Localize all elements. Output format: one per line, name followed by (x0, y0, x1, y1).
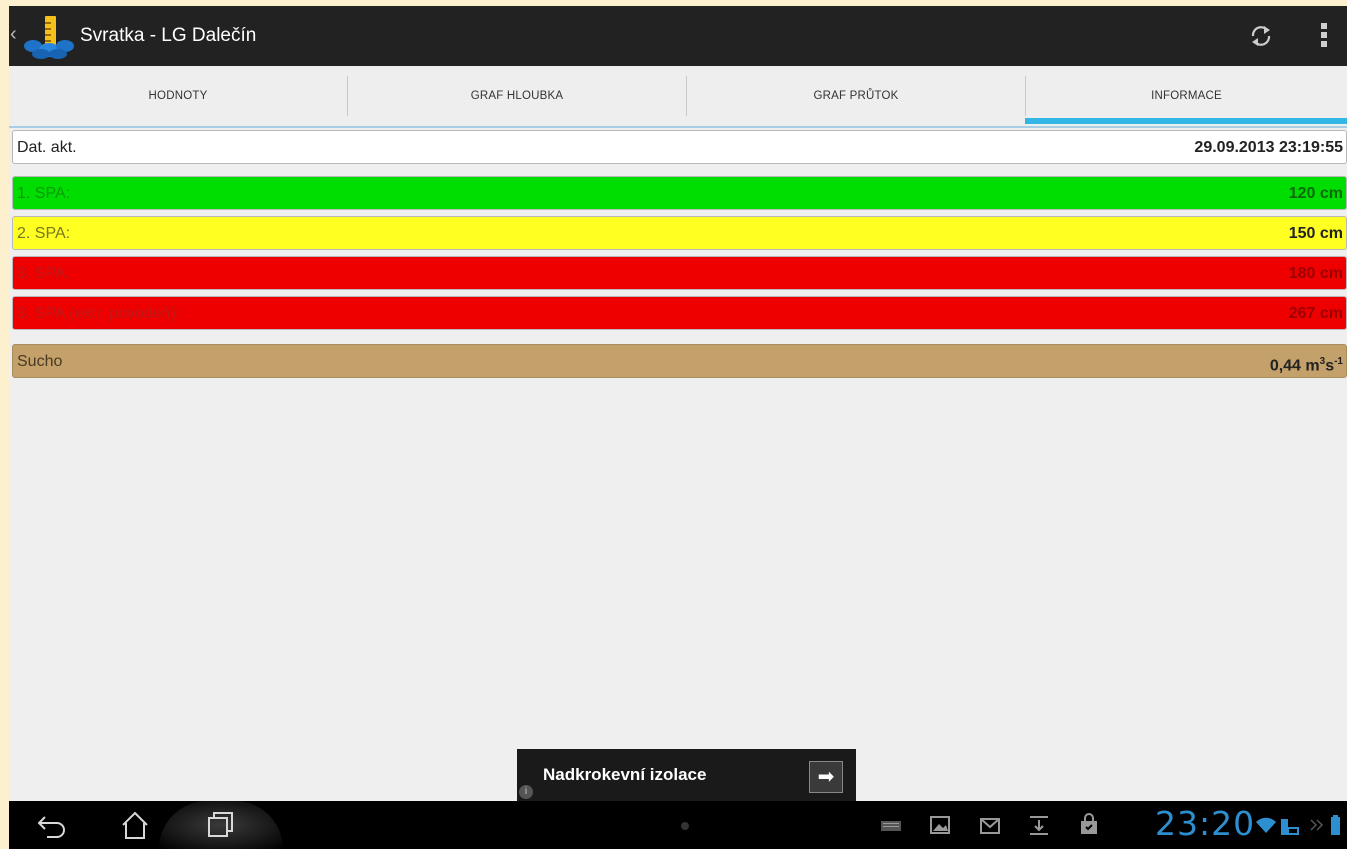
spa1-label: 1. SPA: (17, 185, 71, 202)
spa2-label: 2. SPA: (17, 225, 71, 242)
battery-icon (1329, 813, 1343, 837)
spa2-row: 2. SPA: 150 cm (12, 216, 1347, 250)
ad-info-icon[interactable]: i (519, 785, 533, 799)
back-arrow-icon[interactable] (33, 809, 73, 841)
wifi-icon (1255, 813, 1277, 837)
gmail-icon[interactable] (979, 813, 1001, 837)
status-clock: 23:20 (1155, 804, 1256, 843)
gallery-icon[interactable] (929, 813, 951, 837)
spa3-value: 180 cm (1288, 265, 1343, 282)
sucho-value: 0,44 m3s-1 (1269, 356, 1343, 375)
tab-graf-hloubka[interactable]: GRAF HLOUBKA (348, 66, 686, 126)
sucho-label: Sucho (17, 353, 63, 370)
app-screen: ‹ Svratka - LG Dalečín HODNOTY GRAF HLOU… (9, 6, 1347, 849)
spa3-extreme-label: 3. SPA (extr. povodeň): (17, 305, 181, 322)
spa3-label: 3. SPA: (17, 265, 71, 282)
home-icon[interactable] (115, 809, 155, 841)
spa1-row: 1. SPA: 120 cm (12, 176, 1347, 210)
sucho-row: Sucho 0,44 m3s-1 (12, 344, 1347, 378)
system-bar: 23:20 (9, 801, 1347, 849)
app-title: Svratka - LG Dalečín (80, 25, 257, 46)
ad-banner[interactable]: Nadkrokevní izolace ➡ i (517, 749, 856, 803)
spa3-extreme-row: 3. SPA (extr. povodeň): 267 cm (12, 296, 1347, 330)
spa3-extreme-value: 267 cm (1288, 305, 1343, 322)
download-icon[interactable] (1028, 813, 1050, 837)
refresh-icon[interactable] (1247, 22, 1275, 50)
tab-graf-prutok[interactable]: GRAF PRŮTOK (687, 66, 1025, 126)
ad-text: Nadkrokevní izolace (543, 765, 707, 784)
keyboard-icon[interactable] (880, 813, 902, 837)
spa2-value: 150 cm (1288, 225, 1343, 242)
action-bar: ‹ Svratka - LG Dalečín (9, 6, 1347, 66)
ad-arrow-button[interactable]: ➡ (809, 761, 843, 793)
date-label: Dat. akt. (17, 139, 77, 156)
app-logo-icon[interactable] (23, 14, 75, 60)
up-caret-icon[interactable]: ‹ (10, 23, 17, 46)
overflow-menu-icon[interactable] (1321, 23, 1329, 51)
date-row: Dat. akt. 29.09.2013 23:19:55 (12, 130, 1347, 164)
date-value: 29.09.2013 23:19:55 (1194, 139, 1343, 156)
chevron-right-icon (1306, 813, 1328, 837)
store-bag-icon[interactable] (1078, 813, 1100, 837)
tab-hodnoty[interactable]: HODNOTY (9, 66, 347, 126)
selected-tab-indicator (1025, 118, 1347, 124)
page-indicator-dot (681, 822, 689, 830)
dock-battery-icon (1279, 813, 1301, 837)
spa3-row: 3. SPA: 180 cm (12, 256, 1347, 290)
recent-apps-icon[interactable] (200, 809, 240, 841)
tab-informace[interactable]: INFORMACE (1026, 66, 1347, 126)
spa1-value: 120 cm (1288, 185, 1343, 202)
